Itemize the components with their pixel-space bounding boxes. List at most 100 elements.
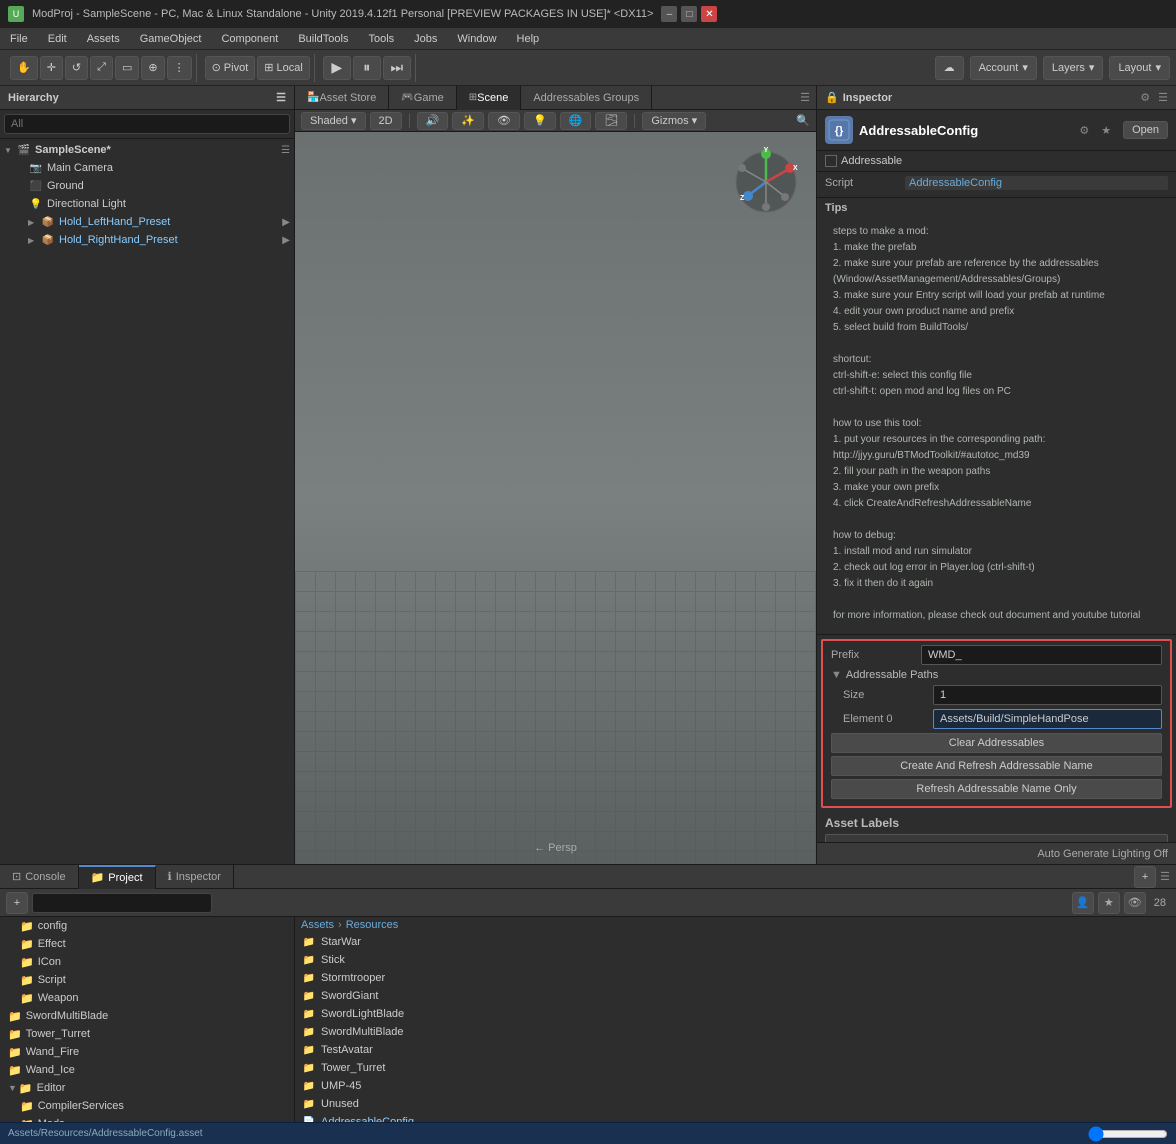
asset-swordlightblade[interactable]: 📁 SwordLightBlade	[295, 1005, 1176, 1023]
clear-addressables-btn[interactable]: Clear Addressables	[831, 733, 1162, 753]
inspector-debug[interactable]: ⚙	[1140, 91, 1150, 104]
play-button[interactable]: ▶	[323, 56, 351, 80]
tab-asset-store[interactable]: 🏪 Asset Store	[295, 86, 389, 110]
tab-project[interactable]: 📁 Project	[79, 865, 156, 889]
move-tool[interactable]: ✛	[40, 56, 63, 80]
shading-dropdown[interactable]: Shaded ▾	[301, 112, 366, 130]
account-dropdown[interactable]: Account ▾	[970, 56, 1037, 80]
addressable-checkbox[interactable]	[825, 155, 837, 167]
asset-labels-area[interactable]	[825, 834, 1168, 842]
cloud-button[interactable]: ☁	[935, 56, 964, 80]
skybox-btn[interactable]: 🌐	[560, 112, 592, 130]
create-refresh-btn[interactable]: Create And Refresh Addressable Name	[831, 756, 1162, 776]
close-button[interactable]: ✕	[701, 6, 717, 22]
step-button[interactable]: ⏭	[383, 56, 411, 80]
folder-mods[interactable]: 📁 Mods	[0, 1115, 294, 1122]
menu-file[interactable]: File	[0, 28, 38, 50]
breadcrumb-resources[interactable]: Resources	[346, 919, 399, 931]
tree-item-ground[interactable]: ⬛ Ground	[0, 177, 294, 195]
asset-unused[interactable]: 📁 Unused	[295, 1095, 1176, 1113]
prefix-input[interactable]	[921, 645, 1162, 665]
hand-tool[interactable]: ✋	[10, 56, 38, 80]
asset-ump45[interactable]: 📁 UMP-45	[295, 1077, 1176, 1095]
tab-addressables[interactable]: Addressables Groups	[521, 86, 652, 110]
scene-vis-btn[interactable]: 👁	[488, 112, 520, 130]
menu-edit[interactable]: Edit	[38, 28, 77, 50]
refresh-only-btn[interactable]: Refresh Addressable Name Only	[831, 779, 1162, 799]
transform-tool[interactable]: ⊕	[141, 56, 164, 80]
folder-towerturret[interactable]: 📁 Tower_Turret	[0, 1025, 294, 1043]
project-search-input[interactable]	[32, 893, 212, 913]
dimension-btn[interactable]: 2D	[370, 112, 402, 130]
tree-item-righthand[interactable]: 📦 Hold_RightHand_Preset ▶	[0, 231, 294, 249]
asset-stick[interactable]: 📁 Stick	[295, 951, 1176, 969]
menu-assets[interactable]: Assets	[77, 28, 130, 50]
asset-addressableconfig[interactable]: 📄 AddressableConfig	[295, 1113, 1176, 1122]
add-btn[interactable]: +	[1134, 866, 1156, 888]
layers-dropdown[interactable]: Layers ▾	[1043, 56, 1104, 80]
open-button[interactable]: Open	[1123, 121, 1168, 139]
tab-console[interactable]: ⊡ Console	[0, 865, 79, 889]
viewport-content[interactable]: Y X Z	[295, 132, 816, 864]
viewport-menu[interactable]: ☰	[800, 91, 816, 104]
asset-starwar[interactable]: 📁 StarWar	[295, 933, 1176, 951]
eye-filter-btn[interactable]: 👁	[1124, 892, 1146, 914]
layout-dropdown[interactable]: Layout ▾	[1109, 56, 1170, 80]
folder-effect[interactable]: 📁 Effect	[0, 935, 294, 953]
folder-script[interactable]: 📁 Script	[0, 971, 294, 989]
custom-tool[interactable]: ⋮	[167, 56, 192, 80]
script-value[interactable]: AddressableConfig	[905, 176, 1168, 190]
maximize-button[interactable]: □	[681, 6, 697, 22]
addressable-checkbox-label[interactable]: Addressable	[825, 155, 1168, 167]
menu-gameobject[interactable]: GameObject	[130, 28, 212, 50]
gizmos-btn[interactable]: Gizmos ▾	[642, 112, 706, 130]
hierarchy-menu-icon[interactable]: ☰	[276, 91, 286, 104]
zoom-slider[interactable]	[1088, 1127, 1168, 1141]
menu-component[interactable]: Component	[211, 28, 288, 50]
folder-compiler[interactable]: 📁 CompilerServices	[0, 1097, 294, 1115]
tree-item-directionallight[interactable]: 💡 Directional Light	[0, 195, 294, 213]
tree-item-maincamera[interactable]: 📷 Main Camera	[0, 159, 294, 177]
local-button[interactable]: ⊞ Local	[257, 56, 310, 80]
hierarchy-search-input[interactable]	[4, 114, 290, 134]
inspector-star-icon[interactable]: ★	[1101, 124, 1111, 137]
menu-help[interactable]: Help	[507, 28, 550, 50]
pivot-button[interactable]: ⊙ Pivot	[205, 56, 256, 80]
tab-game[interactable]: 🎮 Game	[389, 86, 456, 110]
folder-config[interactable]: 📁 config	[0, 917, 294, 935]
pause-button[interactable]: ⏸	[353, 56, 381, 80]
favorite-btn[interactable]: 👤	[1072, 892, 1094, 914]
menu-tools[interactable]: Tools	[358, 28, 404, 50]
folder-wandice[interactable]: 📁 Wand_Ice	[0, 1061, 294, 1079]
element0-input[interactable]	[933, 709, 1162, 729]
tab-scene[interactable]: ⊞ Scene	[457, 86, 522, 110]
asset-stormtrooper[interactable]: 📁 Stormtrooper	[295, 969, 1176, 987]
tree-item-lefthand[interactable]: 📦 Hold_LeftHand_Preset ▶	[0, 213, 294, 231]
bottom-add-btn[interactable]: +	[6, 892, 28, 914]
rect-tool[interactable]: ▭	[115, 56, 139, 80]
inspector-lock-icon[interactable]: 🔒	[825, 91, 839, 104]
size-input[interactable]	[933, 685, 1162, 705]
rotate-tool[interactable]: ↺	[65, 56, 88, 80]
scene-3d[interactable]: Y X Z	[295, 132, 816, 864]
tree-item-samplescene[interactable]: 🎬 SampleScene* ☰	[0, 141, 294, 159]
menu-window[interactable]: Window	[447, 28, 506, 50]
inspector-menu[interactable]: ☰	[1158, 91, 1168, 104]
folder-weapon[interactable]: 📁 Weapon	[0, 989, 294, 1007]
folder-wandfire[interactable]: 📁 Wand_Fire	[0, 1043, 294, 1061]
menu-jobs[interactable]: Jobs	[404, 28, 447, 50]
folder-swordmultiblade[interactable]: 📁 SwordMultiBlade	[0, 1007, 294, 1025]
folder-editor[interactable]: ▼ 📁 Editor	[0, 1079, 294, 1097]
asset-testavatar[interactable]: 📁 TestAvatar	[295, 1041, 1176, 1059]
folder-icon-item[interactable]: 📁 ICon	[0, 953, 294, 971]
scene-menu[interactable]: ☰	[281, 145, 290, 156]
fx-btn[interactable]: ✨	[452, 112, 484, 130]
breadcrumb-assets[interactable]: Assets	[301, 919, 334, 931]
star-filter-btn[interactable]: ★	[1098, 892, 1120, 914]
fog-btn[interactable]: 🌫	[595, 112, 627, 130]
tab-inspector-bottom[interactable]: ℹ Inspector	[156, 865, 234, 889]
minimize-button[interactable]: –	[661, 6, 677, 22]
inspector-settings-icon[interactable]: ⚙	[1079, 124, 1089, 137]
light-btn[interactable]: 💡	[524, 112, 556, 130]
asset-towerturret[interactable]: 📁 Tower_Turret	[295, 1059, 1176, 1077]
